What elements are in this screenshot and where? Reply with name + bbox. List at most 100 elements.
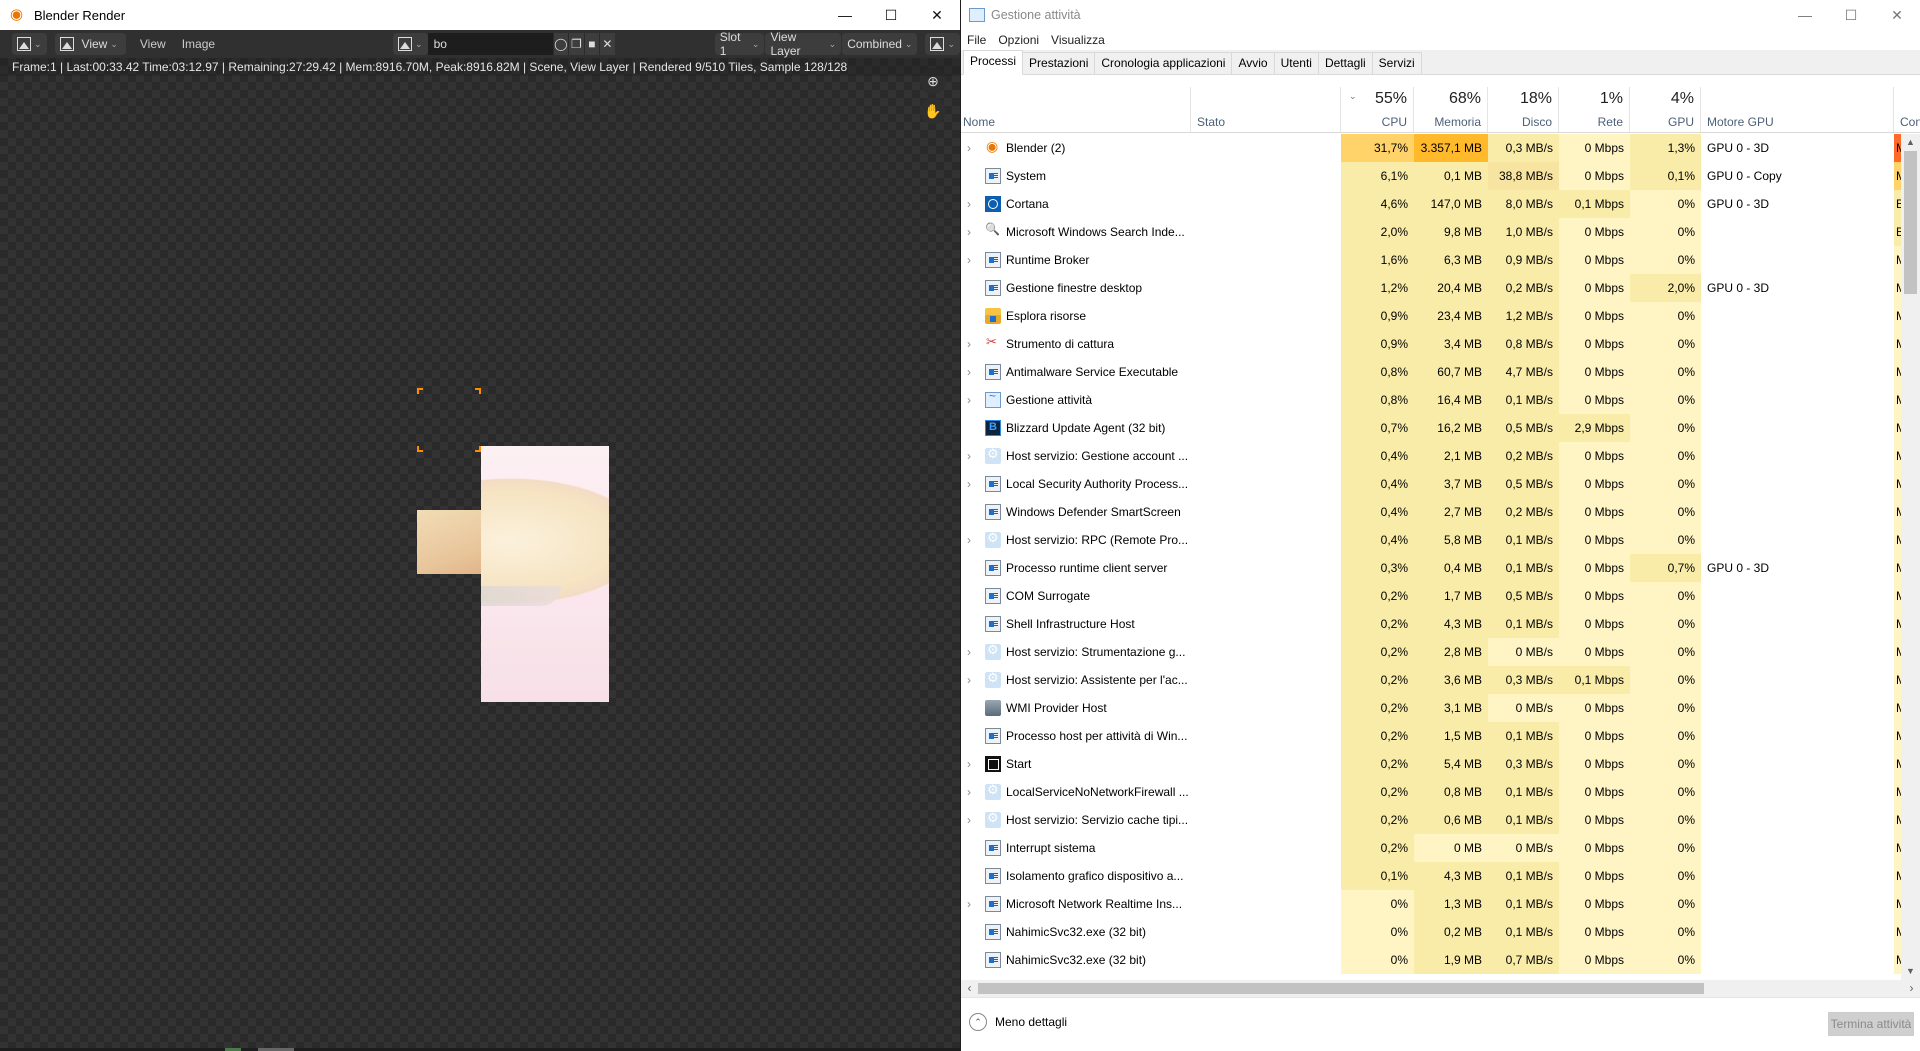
vertical-scrollbar[interactable]: ▲ ▼ — [1901, 134, 1920, 980]
expand-chevron-icon[interactable]: › — [967, 666, 971, 694]
table-row[interactable]: › Microsoft Windows Search Inde... 2,0%9,8… — [961, 218, 1901, 246]
process-name: Host servizio: Servizio cache tipi... — [1006, 813, 1189, 827]
table-row[interactable]: Gestione finestre desktop 1,2% 20,4 MB 0,2 … — [961, 274, 1901, 302]
fake-user-button[interactable]: ◯ — [552, 33, 569, 55]
expand-chevron-icon[interactable]: › — [967, 890, 971, 918]
table-row[interactable]: Windows Defender SmartScreen 0,4% 2,7 MB 0,… — [961, 498, 1901, 526]
table-row[interactable]: COM Surrogate 0,2%1,7 MB0,5 MB/s0 Mbps0% M… — [961, 582, 1901, 610]
gpu-engine-cell: GPU 0 - 3D — [1707, 141, 1770, 155]
expand-chevron-icon[interactable]: › — [967, 386, 971, 414]
col-header-name[interactable]: Nome — [961, 87, 1191, 132]
expand-chevron-icon[interactable]: › — [967, 806, 971, 834]
expand-chevron-icon[interactable]: › — [967, 330, 971, 358]
expand-chevron-icon[interactable]: › — [967, 470, 971, 498]
display-channels-dropdown[interactable]: ⌄ — [925, 33, 960, 55]
table-row[interactable]: › Start 0,2%5,4 MB0,3 MB/s0 Mbps0% Mol — [961, 750, 1901, 778]
close-button[interactable]: ✕ — [914, 0, 960, 30]
table-row[interactable]: Esplora risorse 0,9% 23,4 MB 1,2 MB/s 0 Mbps… — [961, 302, 1901, 330]
table-row[interactable]: › Host servizio: Servizio cache tipi... 0,… — [961, 806, 1901, 834]
table-row[interactable]: › Gestione attività 0,8%16,4 MB0,1 MB/s0 M… — [961, 386, 1901, 414]
col-header-disk[interactable]: 18% Disco — [1488, 87, 1559, 132]
menu-view[interactable]: Visualizza — [1051, 33, 1105, 47]
browse-image-button[interactable]: ⌄ — [393, 33, 428, 55]
expand-chevron-icon[interactable]: › — [967, 246, 971, 274]
scroll-up-icon[interactable]: ▲ — [1901, 134, 1920, 151]
menu-image[interactable]: Image — [174, 37, 223, 51]
scroll-down-icon[interactable]: ▼ — [1901, 963, 1920, 980]
expand-chevron-icon[interactable]: › — [967, 442, 971, 470]
tab-startup[interactable]: Avvio — [1231, 52, 1275, 74]
close-button[interactable]: ✕ — [1874, 0, 1920, 30]
col-header-status[interactable]: Stato — [1191, 87, 1341, 132]
table-row[interactable]: NahimicSvc32.exe (32 bit) 0% 1,9 MB 0,7 MB/… — [961, 946, 1901, 974]
render-viewport[interactable]: ⊕ ✋ — [0, 58, 960, 1051]
table-row[interactable]: Interrupt sistema 0,2%0 MB0 MB/s0 Mbps0% M… — [961, 834, 1901, 862]
expand-chevron-icon[interactable]: › — [967, 358, 971, 386]
table-row[interactable]: Processo host per attività di Win... 0,2%… — [961, 722, 1901, 750]
expand-chevron-icon[interactable]: › — [967, 190, 971, 218]
maximize-button[interactable]: ☐ — [1828, 0, 1874, 30]
view-mode-dropdown[interactable]: View ⌄ — [54, 33, 126, 55]
table-row[interactable]: NahimicSvc32.exe (32 bit) 0% 0,2 MB 0,1 MB/… — [961, 918, 1901, 946]
table-row[interactable]: › Host servizio: RPC (Remote Pro... 0,4%5,… — [961, 526, 1901, 554]
table-row[interactable]: › Local Security Authority Process... 0,4%… — [961, 470, 1901, 498]
table-row[interactable]: › Runtime Broker 1,6% 6,3 MB 0,9 MB/s 0 Mbps 0… — [961, 246, 1901, 274]
vertical-scroll-thumb[interactable] — [1904, 151, 1917, 294]
table-row[interactable]: › Blender (2) 31,7%3.357,1 MB0,3 MB/s0 Mbp… — [961, 134, 1901, 162]
table-row[interactable]: › Host servizio: Gestione account ... 0,4%… — [961, 442, 1901, 470]
maximize-button[interactable]: ☐ — [868, 0, 914, 30]
expand-chevron-icon[interactable]: › — [967, 218, 971, 246]
expand-chevron-icon[interactable]: › — [967, 526, 971, 554]
table-row[interactable]: › Antimalware Service Executable 0,8% 60,7 … — [961, 358, 1901, 386]
table-row[interactable]: System 6,1% 0,1 MB 38,8 MB/s 0 Mbps 0,1% GPU 0… — [961, 162, 1901, 190]
scroll-left-icon[interactable]: ‹ — [961, 980, 978, 997]
image-name-field[interactable] — [427, 33, 553, 55]
expand-chevron-icon[interactable]: › — [967, 638, 971, 666]
minimize-button[interactable]: — — [822, 0, 868, 30]
tab-users[interactable]: Utenti — [1273, 52, 1319, 74]
tab-processes[interactable]: Processi — [963, 50, 1024, 75]
table-row[interactable]: Isolamento grafico dispositivo a... 0,1% 4… — [961, 862, 1901, 890]
col-header-power[interactable]: Consu — [1894, 87, 1920, 132]
table-row[interactable]: › Host servizio: Strumentazione g... 0,2%2… — [961, 638, 1901, 666]
col-header-gpu-engine[interactable]: Motore GPU — [1701, 87, 1894, 132]
tab-performance[interactable]: Prestazioni — [1022, 52, 1096, 74]
unlink-image-button[interactable]: ✕ — [599, 33, 615, 55]
menu-view[interactable]: View — [132, 37, 174, 51]
expand-chevron-icon[interactable]: › — [967, 134, 971, 162]
table-row[interactable]: WMI Provider Host 0,2% 3,1 MB 0 MB/s 0 Mbps 0… — [961, 694, 1901, 722]
horizontal-scrollbar[interactable]: ‹ › — [961, 980, 1920, 997]
menu-options[interactable]: Opzioni — [998, 33, 1039, 47]
minimize-button[interactable]: — — [1782, 0, 1828, 30]
gpu-engine-cell — [1707, 834, 1887, 862]
expand-chevron-icon[interactable]: › — [967, 750, 971, 778]
table-row[interactable]: › Microsoft Network Realtime Ins... 0% 1,3 … — [961, 890, 1901, 918]
editor-type-dropdown[interactable]: ⌄ — [12, 33, 47, 55]
render-pass-dropdown[interactable]: Combined ⌄ — [842, 33, 918, 55]
expand-chevron-icon[interactable]: › — [967, 778, 971, 806]
horizontal-scroll-thumb[interactable] — [978, 983, 1704, 994]
tab-details[interactable]: Dettagli — [1317, 52, 1373, 74]
table-row[interactable]: ›LocalServiceNoNetworkFirewall ...0,2%0,… — [961, 778, 1901, 806]
pan-gizmo[interactable]: ✋ — [920, 98, 946, 124]
col-header-memory[interactable]: 68% Memoria — [1414, 87, 1488, 132]
table-row[interactable]: Shell Infrastructure Host 0,2% 4,3 MB 0,1 M… — [961, 610, 1901, 638]
menu-file[interactable]: File — [967, 33, 986, 47]
scroll-right-icon[interactable]: › — [1903, 980, 1920, 997]
col-header-gpu[interactable]: 4% GPU — [1630, 87, 1701, 132]
tab-services[interactable]: Servizi — [1371, 52, 1422, 74]
end-task-button[interactable]: Termina attività — [1828, 1012, 1914, 1036]
table-row[interactable]: ›Strumento di cattura0,9%3,4 MB0,8 MB/s0… — [961, 330, 1901, 358]
open-image-button[interactable]: ■ — [583, 33, 600, 55]
table-row[interactable]: › Cortana 4,6% 147,0 MB 8,0 MB/s 0,1 Mbps 0% GP… — [961, 190, 1901, 218]
table-row[interactable]: Processo runtime client server 0,3% 0,4 MB… — [961, 554, 1901, 582]
slot-dropdown[interactable]: Slot 1 ⌄ — [714, 30, 765, 58]
col-header-network[interactable]: 1% Rete — [1559, 87, 1630, 132]
tab-app-history[interactable]: Cronologia applicazioni — [1094, 52, 1233, 74]
table-row[interactable]: Blizzard Update Agent (32 bit) 0,7%16,2 M… — [961, 414, 1901, 442]
table-row[interactable]: › Host servizio: Assistente per l'ac... 0,… — [961, 666, 1901, 694]
col-header-cpu[interactable]: ⌄ 55% CPU — [1341, 87, 1414, 132]
new-image-button[interactable]: ❐ — [568, 33, 584, 55]
fewer-details-button[interactable]: ⌃ Meno dettagli — [969, 1013, 1067, 1031]
view-layer-dropdown[interactable]: View Layer ⌄ — [765, 30, 842, 58]
